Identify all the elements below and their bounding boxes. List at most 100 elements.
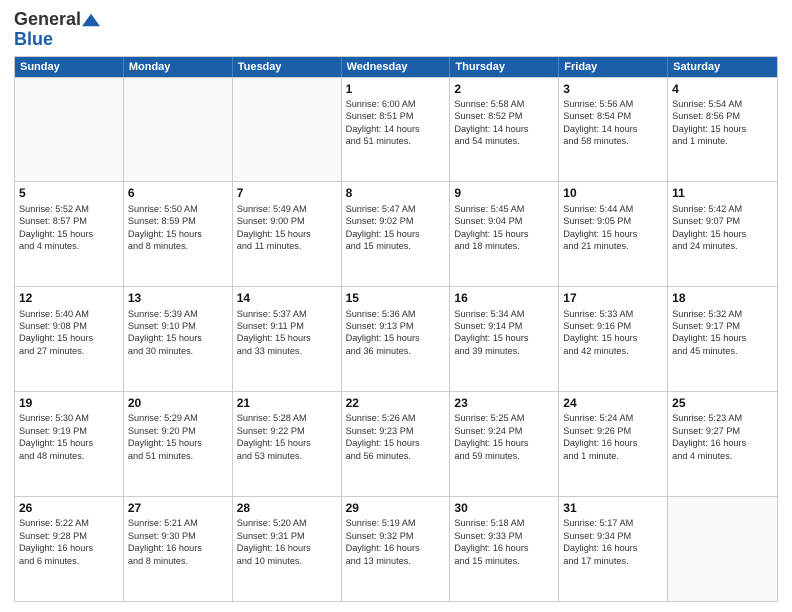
day-number: 28 bbox=[237, 500, 337, 516]
calendar-cell: 7Sunrise: 5:49 AMSunset: 9:00 PMDaylight… bbox=[233, 182, 342, 286]
calendar: SundayMondayTuesdayWednesdayThursdayFrid… bbox=[14, 56, 778, 602]
day-number: 1 bbox=[346, 81, 446, 97]
day-info: Sunset: 9:31 PM bbox=[237, 530, 337, 542]
day-info: Sunrise: 5:52 AM bbox=[19, 203, 119, 215]
day-info: Sunset: 8:59 PM bbox=[128, 215, 228, 227]
day-info: Daylight: 16 hours bbox=[237, 542, 337, 554]
day-info: and 24 minutes. bbox=[672, 240, 773, 252]
day-number: 24 bbox=[563, 395, 663, 411]
calendar-week: 1Sunrise: 6:00 AMSunset: 8:51 PMDaylight… bbox=[15, 77, 777, 182]
calendar-cell: 17Sunrise: 5:33 AMSunset: 9:16 PMDayligh… bbox=[559, 287, 668, 391]
day-info: and 1 minute. bbox=[563, 450, 663, 462]
day-info: Daylight: 16 hours bbox=[454, 542, 554, 554]
calendar-cell: 21Sunrise: 5:28 AMSunset: 9:22 PMDayligh… bbox=[233, 392, 342, 496]
day-info: Daylight: 16 hours bbox=[346, 542, 446, 554]
day-info: and 17 minutes. bbox=[563, 555, 663, 567]
day-number: 11 bbox=[672, 185, 773, 201]
day-info: and 18 minutes. bbox=[454, 240, 554, 252]
day-info: Sunset: 9:19 PM bbox=[19, 425, 119, 437]
day-info: Sunset: 9:07 PM bbox=[672, 215, 773, 227]
day-number: 3 bbox=[563, 81, 663, 97]
day-info: Sunrise: 6:00 AM bbox=[346, 98, 446, 110]
day-info: Daylight: 15 hours bbox=[454, 437, 554, 449]
day-info: Daylight: 15 hours bbox=[19, 228, 119, 240]
day-info: Daylight: 15 hours bbox=[672, 228, 773, 240]
day-info: Sunset: 9:23 PM bbox=[346, 425, 446, 437]
day-info: Sunrise: 5:20 AM bbox=[237, 517, 337, 529]
day-info: Sunset: 9:04 PM bbox=[454, 215, 554, 227]
calendar-cell: 15Sunrise: 5:36 AMSunset: 9:13 PMDayligh… bbox=[342, 287, 451, 391]
day-info: Sunrise: 5:24 AM bbox=[563, 412, 663, 424]
day-info: Sunset: 8:57 PM bbox=[19, 215, 119, 227]
day-info: Sunset: 9:24 PM bbox=[454, 425, 554, 437]
day-info: Daylight: 15 hours bbox=[128, 228, 228, 240]
day-info: and 33 minutes. bbox=[237, 345, 337, 357]
calendar-header-cell: Saturday bbox=[668, 57, 777, 77]
day-info: Sunset: 8:56 PM bbox=[672, 110, 773, 122]
calendar-cell: 11Sunrise: 5:42 AMSunset: 9:07 PMDayligh… bbox=[668, 182, 777, 286]
day-info: Sunset: 9:10 PM bbox=[128, 320, 228, 332]
day-info: Daylight: 15 hours bbox=[237, 228, 337, 240]
calendar-header: SundayMondayTuesdayWednesdayThursdayFrid… bbox=[15, 57, 777, 77]
day-info: Daylight: 14 hours bbox=[454, 123, 554, 135]
day-info: and 11 minutes. bbox=[237, 240, 337, 252]
day-info: Daylight: 15 hours bbox=[672, 123, 773, 135]
logo: General Blue bbox=[14, 10, 100, 50]
day-info: Sunrise: 5:40 AM bbox=[19, 308, 119, 320]
day-number: 22 bbox=[346, 395, 446, 411]
day-number: 27 bbox=[128, 500, 228, 516]
day-info: and 8 minutes. bbox=[128, 555, 228, 567]
calendar-cell: 24Sunrise: 5:24 AMSunset: 9:26 PMDayligh… bbox=[559, 392, 668, 496]
calendar-cell: 3Sunrise: 5:56 AMSunset: 8:54 PMDaylight… bbox=[559, 78, 668, 182]
day-number: 4 bbox=[672, 81, 773, 97]
day-info: Daylight: 15 hours bbox=[454, 228, 554, 240]
day-info: Sunset: 9:30 PM bbox=[128, 530, 228, 542]
calendar-cell: 27Sunrise: 5:21 AMSunset: 9:30 PMDayligh… bbox=[124, 497, 233, 601]
day-info: Sunset: 9:27 PM bbox=[672, 425, 773, 437]
calendar-header-cell: Tuesday bbox=[233, 57, 342, 77]
day-info: Sunrise: 5:23 AM bbox=[672, 412, 773, 424]
day-info: and 54 minutes. bbox=[454, 135, 554, 147]
day-info: and 8 minutes. bbox=[128, 240, 228, 252]
day-number: 30 bbox=[454, 500, 554, 516]
day-info: Daylight: 15 hours bbox=[454, 332, 554, 344]
calendar-week: 26Sunrise: 5:22 AMSunset: 9:28 PMDayligh… bbox=[15, 496, 777, 601]
day-number: 5 bbox=[19, 185, 119, 201]
day-info: and 15 minutes. bbox=[346, 240, 446, 252]
day-info: and 1 minute. bbox=[672, 135, 773, 147]
day-info: Sunrise: 5:22 AM bbox=[19, 517, 119, 529]
day-info: Daylight: 15 hours bbox=[563, 332, 663, 344]
calendar-header-cell: Friday bbox=[559, 57, 668, 77]
day-info: Sunrise: 5:37 AM bbox=[237, 308, 337, 320]
day-number: 19 bbox=[19, 395, 119, 411]
day-info: Sunrise: 5:50 AM bbox=[128, 203, 228, 215]
day-number: 7 bbox=[237, 185, 337, 201]
calendar-cell: 28Sunrise: 5:20 AMSunset: 9:31 PMDayligh… bbox=[233, 497, 342, 601]
calendar-header-cell: Thursday bbox=[450, 57, 559, 77]
day-info: Sunrise: 5:49 AM bbox=[237, 203, 337, 215]
calendar-cell: 1Sunrise: 6:00 AMSunset: 8:51 PMDaylight… bbox=[342, 78, 451, 182]
calendar-cell bbox=[668, 497, 777, 601]
calendar-cell: 20Sunrise: 5:29 AMSunset: 9:20 PMDayligh… bbox=[124, 392, 233, 496]
day-info: Sunrise: 5:39 AM bbox=[128, 308, 228, 320]
day-info: and 51 minutes. bbox=[346, 135, 446, 147]
day-info: Daylight: 14 hours bbox=[563, 123, 663, 135]
calendar-week: 12Sunrise: 5:40 AMSunset: 9:08 PMDayligh… bbox=[15, 286, 777, 391]
day-info: Daylight: 16 hours bbox=[563, 542, 663, 554]
day-info: Sunrise: 5:36 AM bbox=[346, 308, 446, 320]
day-number: 31 bbox=[563, 500, 663, 516]
day-info: Sunrise: 5:32 AM bbox=[672, 308, 773, 320]
logo-icon bbox=[82, 13, 100, 27]
day-info: Daylight: 15 hours bbox=[346, 437, 446, 449]
day-number: 17 bbox=[563, 290, 663, 306]
calendar-cell: 22Sunrise: 5:26 AMSunset: 9:23 PMDayligh… bbox=[342, 392, 451, 496]
calendar-cell: 14Sunrise: 5:37 AMSunset: 9:11 PMDayligh… bbox=[233, 287, 342, 391]
day-info: and 4 minutes. bbox=[19, 240, 119, 252]
day-number: 6 bbox=[128, 185, 228, 201]
day-info: Sunset: 9:32 PM bbox=[346, 530, 446, 542]
day-info: Sunrise: 5:28 AM bbox=[237, 412, 337, 424]
day-info: Sunset: 9:11 PM bbox=[237, 320, 337, 332]
day-info: Sunset: 9:13 PM bbox=[346, 320, 446, 332]
day-info: Daylight: 15 hours bbox=[672, 332, 773, 344]
day-info: Sunset: 9:02 PM bbox=[346, 215, 446, 227]
